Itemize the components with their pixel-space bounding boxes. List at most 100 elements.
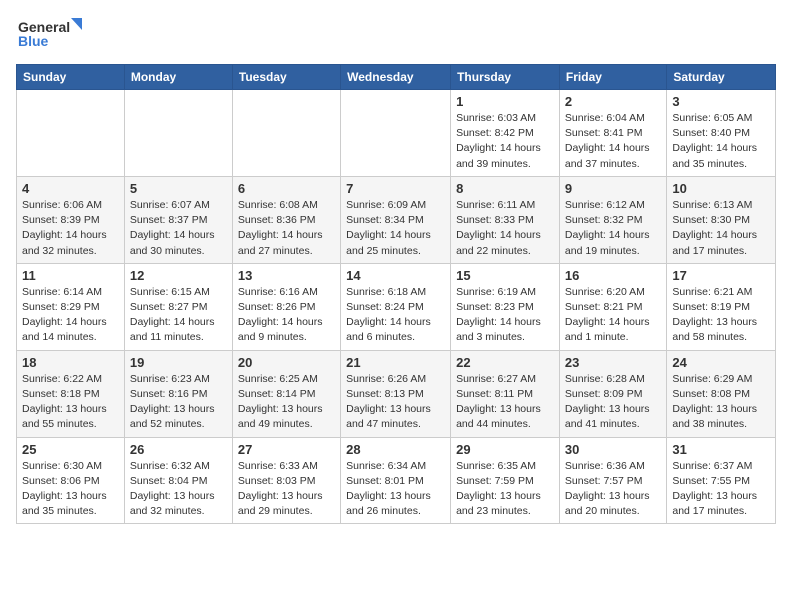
day-number: 29: [456, 442, 554, 457]
day-number: 4: [22, 181, 119, 196]
day-number: 3: [672, 94, 770, 109]
day-number: 15: [456, 268, 554, 283]
day-number: 24: [672, 355, 770, 370]
calendar-table: SundayMondayTuesdayWednesdayThursdayFrid…: [16, 64, 776, 524]
day-number: 6: [238, 181, 335, 196]
calendar-cell: 16Sunrise: 6:20 AMSunset: 8:21 PMDayligh…: [559, 263, 666, 350]
calendar-cell: 23Sunrise: 6:28 AMSunset: 8:09 PMDayligh…: [559, 350, 666, 437]
day-info: Sunrise: 6:33 AMSunset: 8:03 PMDaylight:…: [238, 459, 335, 520]
day-number: 26: [130, 442, 227, 457]
day-info: Sunrise: 6:37 AMSunset: 7:55 PMDaylight:…: [672, 459, 770, 520]
weekday-header-row: SundayMondayTuesdayWednesdayThursdayFrid…: [17, 65, 776, 90]
day-number: 7: [346, 181, 445, 196]
day-info: Sunrise: 6:35 AMSunset: 7:59 PMDaylight:…: [456, 459, 554, 520]
weekday-header-friday: Friday: [559, 65, 666, 90]
header: General Blue: [16, 16, 776, 52]
calendar-cell: 26 Sunrise: 6:32 AMSunset: 8:04 PMDayligh…: [124, 437, 232, 524]
calendar-cell: 13 Sunrise: 6:16 AMSunset: 8:26 PMDayligh…: [232, 263, 340, 350]
day-info: Sunrise: 6:07 AMSunset: 8:37 PMDaylight:…: [130, 198, 227, 259]
weekday-header-monday: Monday: [124, 65, 232, 90]
day-info: Sunrise: 6:29 AMSunset: 8:08 PMDaylight:…: [672, 372, 770, 433]
calendar-cell: 8 Sunrise: 6:11 AMSunset: 8:33 PMDaylight…: [451, 176, 560, 263]
day-number: 30: [565, 442, 661, 457]
day-info: Sunrise: 6:25 AMSunset: 8:14 PMDaylight:…: [238, 372, 335, 433]
day-info: Sunrise: 6:06 AMSunset: 8:39 PMDaylight:…: [22, 198, 119, 259]
calendar-week-row: 4 Sunrise: 6:06 AMSunset: 8:39 PMDaylight…: [17, 176, 776, 263]
day-info: Sunrise: 6:20 AMSunset: 8:21 PMDaylight:…: [565, 285, 661, 346]
calendar-cell: 5 Sunrise: 6:07 AMSunset: 8:37 PMDaylight…: [124, 176, 232, 263]
calendar-week-row: 18 Sunrise: 6:22 AMSunset: 8:18 PMDayligh…: [17, 350, 776, 437]
calendar-cell: 15 Sunrise: 6:19 AMSunset: 8:23 PMDayligh…: [451, 263, 560, 350]
calendar-cell: 27Sunrise: 6:33 AMSunset: 8:03 PMDayligh…: [232, 437, 340, 524]
weekday-header-sunday: Sunday: [17, 65, 125, 90]
calendar-cell: 4 Sunrise: 6:06 AMSunset: 8:39 PMDaylight…: [17, 176, 125, 263]
calendar-cell: 21 Sunrise: 6:26 AMSunset: 8:13 PMDayligh…: [341, 350, 451, 437]
day-number: 25: [22, 442, 119, 457]
calendar-cell: [232, 90, 340, 177]
calendar-cell: 3 Sunrise: 6:05 AMSunset: 8:40 PMDaylight…: [667, 90, 776, 177]
calendar-cell: 12Sunrise: 6:15 AMSunset: 8:27 PMDayligh…: [124, 263, 232, 350]
day-number: 5: [130, 181, 227, 196]
day-info: Sunrise: 6:18 AMSunset: 8:24 PMDaylight:…: [346, 285, 445, 346]
calendar-cell: 29 Sunrise: 6:35 AMSunset: 7:59 PMDayligh…: [451, 437, 560, 524]
day-info: Sunrise: 6:13 AMSunset: 8:30 PMDaylight:…: [672, 198, 770, 259]
day-number: 28: [346, 442, 445, 457]
day-number: 11: [22, 268, 119, 283]
day-number: 2: [565, 94, 661, 109]
day-info: Sunrise: 6:28 AMSunset: 8:09 PMDaylight:…: [565, 372, 661, 433]
logo: General Blue: [16, 16, 86, 52]
day-number: 22: [456, 355, 554, 370]
day-info: Sunrise: 6:11 AMSunset: 8:33 PMDaylight:…: [456, 198, 554, 259]
day-info: Sunrise: 6:22 AMSunset: 8:18 PMDaylight:…: [22, 372, 119, 433]
day-number: 17: [672, 268, 770, 283]
day-number: 14: [346, 268, 445, 283]
calendar-cell: 11 Sunrise: 6:14 AMSunset: 8:29 PMDayligh…: [17, 263, 125, 350]
day-info: Sunrise: 6:34 AMSunset: 8:01 PMDaylight:…: [346, 459, 445, 520]
day-info: Sunrise: 6:04 AMSunset: 8:41 PMDaylight:…: [565, 111, 661, 172]
calendar-cell: 18 Sunrise: 6:22 AMSunset: 8:18 PMDayligh…: [17, 350, 125, 437]
day-info: Sunrise: 6:12 AMSunset: 8:32 PMDaylight:…: [565, 198, 661, 259]
calendar-cell: 7 Sunrise: 6:09 AMSunset: 8:34 PMDaylight…: [341, 176, 451, 263]
calendar-cell: 19 Sunrise: 6:23 AMSunset: 8:16 PMDayligh…: [124, 350, 232, 437]
day-info: Sunrise: 6:08 AMSunset: 8:36 PMDaylight:…: [238, 198, 335, 259]
day-info: Sunrise: 6:14 AMSunset: 8:29 PMDaylight:…: [22, 285, 119, 346]
calendar-cell: 30 Sunrise: 6:36 AMSunset: 7:57 PMDayligh…: [559, 437, 666, 524]
day-info: Sunrise: 6:09 AMSunset: 8:34 PMDaylight:…: [346, 198, 445, 259]
calendar-cell: 31Sunrise: 6:37 AMSunset: 7:55 PMDayligh…: [667, 437, 776, 524]
calendar-cell: [341, 90, 451, 177]
day-info: Sunrise: 6:19 AMSunset: 8:23 PMDaylight:…: [456, 285, 554, 346]
day-info: Sunrise: 6:16 AMSunset: 8:26 PMDaylight:…: [238, 285, 335, 346]
day-number: 19: [130, 355, 227, 370]
calendar-cell: [17, 90, 125, 177]
day-info: Sunrise: 6:32 AMSunset: 8:04 PMDaylight:…: [130, 459, 227, 520]
day-info: Sunrise: 6:05 AMSunset: 8:40 PMDaylight:…: [672, 111, 770, 172]
weekday-header-tuesday: Tuesday: [232, 65, 340, 90]
calendar-cell: 14 Sunrise: 6:18 AMSunset: 8:24 PMDayligh…: [341, 263, 451, 350]
day-info: Sunrise: 6:36 AMSunset: 7:57 PMDaylight:…: [565, 459, 661, 520]
calendar-cell: 17 Sunrise: 6:21 AMSunset: 8:19 PMDayligh…: [667, 263, 776, 350]
calendar-week-row: 11 Sunrise: 6:14 AMSunset: 8:29 PMDayligh…: [17, 263, 776, 350]
weekday-header-saturday: Saturday: [667, 65, 776, 90]
day-info: Sunrise: 6:15 AMSunset: 8:27 PMDaylight:…: [130, 285, 227, 346]
calendar-week-row: 25Sunrise: 6:30 AMSunset: 8:06 PMDayligh…: [17, 437, 776, 524]
day-info: Sunrise: 6:21 AMSunset: 8:19 PMDaylight:…: [672, 285, 770, 346]
day-number: 10: [672, 181, 770, 196]
day-number: 13: [238, 268, 335, 283]
day-info: Sunrise: 6:23 AMSunset: 8:16 PMDaylight:…: [130, 372, 227, 433]
day-number: 8: [456, 181, 554, 196]
calendar-cell: 2 Sunrise: 6:04 AMSunset: 8:41 PMDaylight…: [559, 90, 666, 177]
calendar-cell: 25Sunrise: 6:30 AMSunset: 8:06 PMDayligh…: [17, 437, 125, 524]
calendar-cell: 28 Sunrise: 6:34 AMSunset: 8:01 PMDayligh…: [341, 437, 451, 524]
day-number: 21: [346, 355, 445, 370]
calendar-cell: [124, 90, 232, 177]
calendar-cell: 6 Sunrise: 6:08 AMSunset: 8:36 PMDaylight…: [232, 176, 340, 263]
calendar-cell: 22Sunrise: 6:27 AMSunset: 8:11 PMDayligh…: [451, 350, 560, 437]
calendar-cell: 1Sunrise: 6:03 AMSunset: 8:42 PMDaylight…: [451, 90, 560, 177]
calendar-cell: 24 Sunrise: 6:29 AMSunset: 8:08 PMDayligh…: [667, 350, 776, 437]
calendar-cell: 20Sunrise: 6:25 AMSunset: 8:14 PMDayligh…: [232, 350, 340, 437]
calendar-cell: 9Sunrise: 6:12 AMSunset: 8:32 PMDaylight…: [559, 176, 666, 263]
weekday-header-wednesday: Wednesday: [341, 65, 451, 90]
day-number: 18: [22, 355, 119, 370]
day-info: Sunrise: 6:26 AMSunset: 8:13 PMDaylight:…: [346, 372, 445, 433]
day-number: 1: [456, 94, 554, 109]
